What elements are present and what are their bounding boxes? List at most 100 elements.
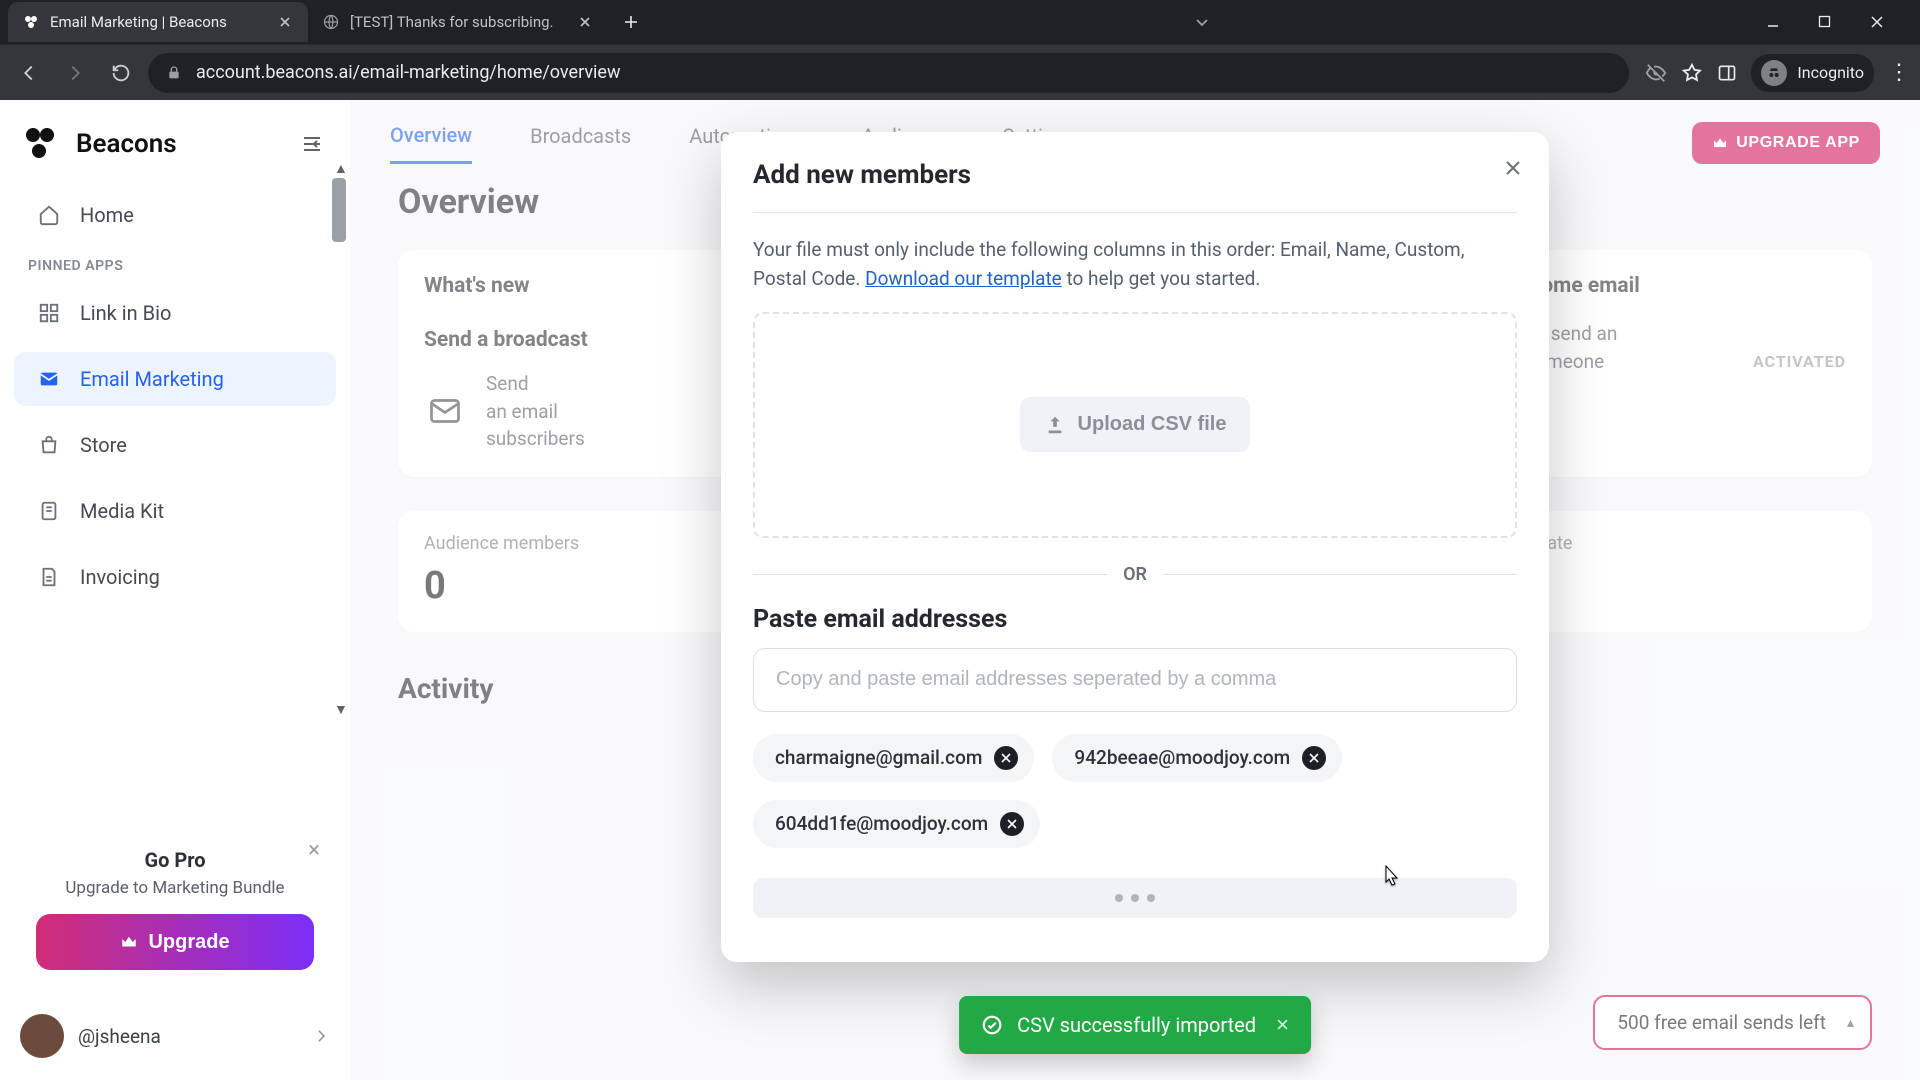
close-icon[interactable]: × xyxy=(308,838,320,863)
loading-action-bar xyxy=(753,878,1517,918)
eye-off-icon[interactable] xyxy=(1645,62,1667,84)
sidebar-item-label: Home xyxy=(80,203,134,227)
chip-text: 604dd1fe@moodjoy.com xyxy=(775,812,988,835)
sidebar-item-label: Invoicing xyxy=(80,565,160,589)
chip-text: 942beeae@moodjoy.com xyxy=(1074,746,1290,769)
sidebar-item-invoicing[interactable]: Invoicing xyxy=(14,550,336,604)
remove-chip-button[interactable] xyxy=(994,746,1018,770)
toast-text: CSV successfully imported xyxy=(1017,1013,1256,1037)
incognito-indicator[interactable]: Incognito xyxy=(1751,54,1874,92)
globe-icon xyxy=(322,13,340,31)
user-handle: @jsheena xyxy=(78,1025,161,1048)
brand-header: Beacons xyxy=(0,100,350,182)
browser-right-icons: Incognito ⋮ xyxy=(1645,54,1910,92)
scroll-up-icon[interactable]: ▲ xyxy=(334,160,348,177)
toast-success: CSV successfully imported × xyxy=(959,996,1311,1054)
chevron-right-icon xyxy=(312,1027,330,1045)
maximize-button[interactable] xyxy=(1818,15,1848,29)
chip-text: charmaigne@gmail.com xyxy=(775,746,982,769)
brand-name: Beacons xyxy=(76,129,177,159)
star-icon[interactable] xyxy=(1681,62,1703,84)
browser-nav-bar: account.beacons.ai/email-marketing/home/… xyxy=(0,44,1920,100)
sidebar-item-label: Store xyxy=(80,433,127,457)
email-chip: charmaigne@gmail.com xyxy=(753,734,1034,782)
scroll-down-icon[interactable]: ▼ xyxy=(334,701,348,718)
sidebar-item-email-marketing[interactable]: Email Marketing xyxy=(14,352,336,406)
forward-button[interactable] xyxy=(56,54,94,92)
pointer-cursor-icon xyxy=(1378,864,1398,890)
upload-dropzone[interactable]: Upload CSV file xyxy=(753,312,1517,538)
favicon-icon xyxy=(22,13,40,31)
main-content: Overview Broadcasts Automations Audience… xyxy=(350,100,1920,1080)
modal-title: Add new members xyxy=(753,160,1517,190)
close-icon[interactable] xyxy=(576,13,594,31)
mail-icon xyxy=(36,366,62,392)
upgrade-button-label: Upgrade xyxy=(148,931,229,954)
upload-icon xyxy=(1044,414,1066,436)
tab-title: Email Marketing | Beacons xyxy=(50,13,227,31)
upgrade-button[interactable]: Upgrade xyxy=(36,914,314,970)
tab-title: [TEST] Thanks for subscribing. xyxy=(350,13,554,31)
sidebar-item-linkinbio[interactable]: Link in Bio xyxy=(14,286,336,340)
sidebar-item-store[interactable]: Store xyxy=(14,418,336,472)
modal-close-button[interactable] xyxy=(1503,158,1523,178)
app-root: Beacons Home PINNED APPS Link in Bio Ema… xyxy=(0,100,1920,1080)
browser-menu-button[interactable]: ⋮ xyxy=(1888,60,1910,85)
promo-card: × Go Pro Upgrade to Marketing Bundle Upg… xyxy=(20,834,330,988)
sidebar-item-label: Media Kit xyxy=(80,499,164,523)
tabs-overflow-button[interactable] xyxy=(1194,14,1210,30)
invoice-icon xyxy=(36,564,62,590)
minimize-button[interactable] xyxy=(1766,15,1796,29)
crown-icon xyxy=(120,933,138,951)
email-chips: charmaigne@gmail.com 942beeae@moodjoy.co… xyxy=(753,734,1517,848)
sidebar: Beacons Home PINNED APPS Link in Bio Ema… xyxy=(0,100,350,1080)
paste-heading: Paste email addresses xyxy=(753,605,1517,634)
close-icon[interactable] xyxy=(276,13,294,31)
address-bar[interactable]: account.beacons.ai/email-marketing/home/… xyxy=(148,53,1629,93)
upload-button-label: Upload CSV file xyxy=(1078,413,1227,436)
reload-button[interactable] xyxy=(102,54,140,92)
close-window-button[interactable] xyxy=(1870,15,1900,29)
back-button[interactable] xyxy=(10,54,48,92)
upload-csv-button[interactable]: Upload CSV file xyxy=(1020,397,1251,452)
browser-tab[interactable]: [TEST] Thanks for subscribing. xyxy=(308,2,608,42)
modal-overlay[interactable]: Add new members Your file must only incl… xyxy=(350,100,1920,1080)
window-controls xyxy=(1766,15,1912,29)
incognito-label: Incognito xyxy=(1797,63,1864,82)
email-chip: 604dd1fe@moodjoy.com xyxy=(753,800,1040,848)
sidebar-scrollbar[interactable]: ▲ ▼ xyxy=(332,178,346,698)
page-icon xyxy=(36,498,62,524)
promo-title: Go Pro xyxy=(36,848,314,872)
promo-subtitle: Upgrade to Marketing Bundle xyxy=(36,878,314,898)
new-tab-button[interactable] xyxy=(614,5,648,39)
email-chip: 942beeae@moodjoy.com xyxy=(1052,734,1342,782)
remove-chip-button[interactable] xyxy=(1000,812,1024,836)
browser-chrome: Email Marketing | Beacons [TEST] Thanks … xyxy=(0,0,1920,100)
brand-logo-icon xyxy=(26,126,62,162)
divider-or: OR xyxy=(753,564,1517,585)
avatar xyxy=(20,1014,64,1058)
grid-icon xyxy=(36,300,62,326)
lock-icon xyxy=(166,65,182,81)
url-text: account.beacons.ai/email-marketing/home/… xyxy=(196,62,621,83)
download-template-link[interactable]: Download our template xyxy=(865,267,1062,290)
add-members-modal: Add new members Your file must only incl… xyxy=(721,132,1549,962)
tab-bar: Email Marketing | Beacons [TEST] Thanks … xyxy=(0,0,1920,44)
bag-icon xyxy=(36,432,62,458)
home-icon xyxy=(36,202,62,228)
user-menu[interactable]: @jsheena xyxy=(20,1014,330,1058)
sidebar-item-label: Email Marketing xyxy=(80,367,224,391)
sidebar-item-label: Link in Bio xyxy=(80,301,171,325)
panel-icon[interactable] xyxy=(1717,63,1737,83)
check-circle-icon xyxy=(981,1014,1003,1036)
browser-tab-active[interactable]: Email Marketing | Beacons xyxy=(8,2,308,42)
paste-emails-input[interactable] xyxy=(753,648,1517,712)
incognito-icon xyxy=(1761,60,1787,86)
modal-help-text: Your file must only include the followin… xyxy=(753,235,1517,294)
sidebar-item-home[interactable]: Home xyxy=(14,188,336,242)
pinned-apps-label: PINNED APPS xyxy=(0,248,350,280)
sidebar-collapse-button[interactable] xyxy=(300,132,324,156)
remove-chip-button[interactable] xyxy=(1302,746,1326,770)
sidebar-item-mediakit[interactable]: Media Kit xyxy=(14,484,336,538)
toast-close-button[interactable]: × xyxy=(1276,1012,1289,1038)
